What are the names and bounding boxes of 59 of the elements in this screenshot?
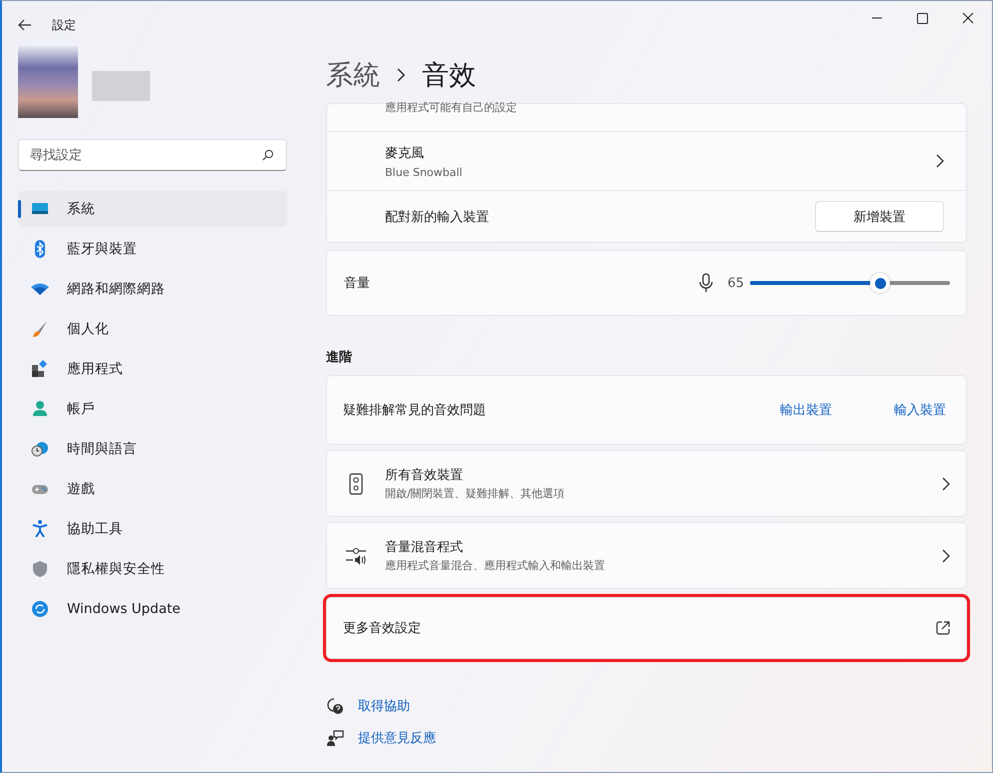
- sidebar-item[interactable]: 個人化: [18, 311, 287, 347]
- back-arrow-icon[interactable]: [18, 19, 32, 31]
- chevron-icon: [942, 548, 950, 562]
- sidebar-item[interactable]: 應用程式: [18, 351, 287, 387]
- chevron-icon: [396, 67, 406, 83]
- setting-title: 音量混音程式: [385, 539, 464, 556]
- pair-device-label: 配對新的輸入裝置: [385, 208, 490, 226]
- setting-description: 應用程式可能有自己的設定: [385, 100, 517, 115]
- sidebar-item[interactable]: 時間與語言: [18, 431, 287, 467]
- settings-row[interactable]: 更多音效設定: [326, 597, 967, 659]
- breadcrumb-parent[interactable]: 系統: [326, 57, 380, 93]
- window-title: 設定: [52, 16, 76, 34]
- settings-row[interactable]: 音量混音程式 應用程式音量混合、應用程式輸入和輸出裝置: [326, 522, 967, 589]
- device-name: 麥克風: [385, 144, 425, 162]
- shield-icon: [30, 559, 50, 579]
- sidebar-item[interactable]: 隱私權與安全性: [18, 551, 287, 587]
- setting-description: 應用程式音量混合、應用程式輸入和輸出裝置: [385, 558, 606, 573]
- troubleshoot-link[interactable]: 輸出裝置: [780, 401, 832, 419]
- microphone-icon: [699, 273, 714, 293]
- volume-label: 音量: [344, 275, 370, 292]
- maximize-icon[interactable]: [917, 12, 928, 24]
- volume-slider[interactable]: [750, 273, 950, 293]
- volume-value: 65: [727, 276, 744, 290]
- person-icon: [30, 399, 50, 419]
- add-device-button[interactable]: 新增裝置: [815, 201, 944, 232]
- apps-icon: [30, 359, 50, 379]
- avatar-placeholder: [18, 46, 78, 118]
- troubleshoot-link[interactable]: 輸入裝置: [894, 401, 946, 419]
- accessibility-icon: [30, 519, 50, 539]
- sidebar-item[interactable]: Windows Update: [18, 591, 287, 627]
- search-icon: [262, 149, 274, 161]
- troubleshoot-label: 疑難排解常見的音效問題: [343, 402, 486, 419]
- sidebar-item[interactable]: 藍牙與裝置: [18, 231, 287, 267]
- feedback-icon: [326, 729, 344, 747]
- sidebar-item[interactable]: 協助工具: [18, 511, 287, 547]
- footer-link[interactable]: 提供意見反應: [358, 729, 436, 747]
- page-title: 音效: [422, 59, 476, 93]
- chevron-icon: [936, 154, 944, 168]
- setting-title: 所有音效裝置: [385, 467, 464, 484]
- help-icon: [326, 697, 344, 715]
- device-row[interactable]: 麥克風 Blue Snowball: [327, 131, 966, 190]
- setting-description: 開啟/關閉裝置、疑難排解、其他選項: [385, 486, 566, 501]
- sidebar-item[interactable]: 網路和網際網路: [18, 271, 287, 307]
- setting-title: 更多音效設定: [343, 620, 422, 637]
- external-link-icon: [936, 621, 950, 635]
- sidebar-item[interactable]: 系統: [18, 191, 287, 227]
- settings-row[interactable]: 所有音效裝置 開啟/關閉裝置、疑難排解、其他選項: [326, 450, 967, 517]
- sidebar-item[interactable]: 帳戶: [18, 391, 287, 427]
- section-heading: 進階: [326, 349, 353, 366]
- name-placeholder: [92, 71, 150, 101]
- close-icon[interactable]: [962, 12, 974, 24]
- sync-icon: [30, 599, 50, 619]
- footer-link[interactable]: 取得協助: [358, 697, 410, 715]
- sidebar-item[interactable]: 遊戲: [18, 471, 287, 507]
- mixer-icon: [345, 546, 367, 564]
- chevron-icon: [942, 476, 950, 490]
- search-field[interactable]: 尋找設定: [18, 139, 287, 171]
- clock-globe-icon: [30, 439, 50, 459]
- device-model: Blue Snowball: [385, 166, 464, 178]
